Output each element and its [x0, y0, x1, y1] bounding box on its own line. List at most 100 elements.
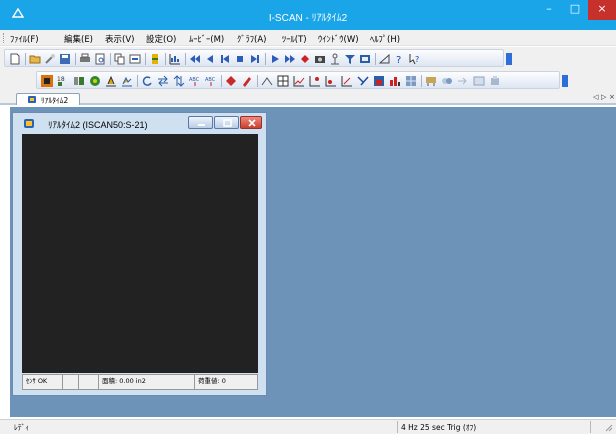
step-back-icon[interactable] [204, 53, 216, 65]
status-empty-cell [79, 375, 99, 389]
menu-graph[interactable]: ｸﾞﾗﾌ(A) [237, 33, 266, 45]
main-status-bar: ﾚﾃﾞｨ 4 Hz 25 sec Trig (ｵﾌ) [0, 419, 616, 434]
maximize-button[interactable]: □ [562, 0, 588, 20]
tab-close-button[interactable]: × [609, 93, 615, 101]
menu-help[interactable]: ﾍﾙﾌﾟ(H) [370, 33, 400, 45]
rotate-icon[interactable] [141, 75, 153, 87]
document-tab-strip: ﾘｱﾙﾀｲﾑ2 ◁ ▷ × [0, 91, 616, 105]
help-icon[interactable]: ? [394, 53, 406, 65]
new-file-icon[interactable] [9, 53, 21, 65]
flip-icon[interactable] [173, 75, 185, 87]
menu-bar: ﾌｧｲﾙ(F) 編集(E) 表示(V) 設定(O) ﾑｰﾋﾞｰ(M) ｸﾞﾗﾌ(… [0, 30, 616, 46]
tool-a-icon[interactable] [425, 75, 437, 87]
toolbar-separator [375, 53, 376, 65]
wizard-icon[interactable] [44, 53, 56, 65]
compare-icon[interactable] [359, 53, 371, 65]
menu-view[interactable]: 表示(V) [105, 33, 134, 45]
pencil-icon[interactable] [241, 75, 253, 87]
main-toolbar-frame: ? ? [4, 49, 504, 67]
print-icon[interactable] [79, 53, 91, 65]
graph-down-icon[interactable] [309, 75, 321, 87]
menu-tools[interactable]: ﾂｰﾙ(T) [282, 33, 307, 45]
main-toolbar: ? ? [0, 47, 616, 69]
region-icon[interactable] [379, 53, 391, 65]
graph-up-icon[interactable] [325, 75, 337, 87]
grid-icon[interactable] [277, 75, 289, 87]
menu-edit[interactable]: 編集(E) [64, 33, 93, 45]
resize-grip-icon[interactable] [605, 424, 613, 432]
svg-text:?: ? [396, 55, 401, 65]
sort-asc-icon[interactable]: ABC [205, 75, 217, 87]
analysis-toolbar-frame: 18 ABC ABC [36, 71, 560, 89]
pressure-map-canvas[interactable] [22, 134, 258, 373]
fast-forward-icon[interactable] [284, 53, 296, 65]
sensel-grid-icon[interactable]: 18 [57, 75, 69, 87]
minimize-button[interactable]: – [536, 0, 562, 20]
tab-scroll-right-button[interactable]: ▷ [601, 93, 606, 101]
chart-icon[interactable] [169, 53, 181, 65]
swap-icon[interactable] [157, 75, 169, 87]
menu-settings[interactable]: 設定(O) [146, 33, 176, 45]
graph-alt-icon[interactable] [341, 75, 353, 87]
center-icon[interactable] [89, 75, 101, 87]
graph-icon[interactable] [293, 75, 305, 87]
copy-icon[interactable] [114, 53, 126, 65]
toolbar-separator [421, 75, 422, 87]
tab-realtime2[interactable]: ﾘｱﾙﾀｲﾑ2 [16, 93, 80, 105]
box-chart-icon[interactable] [373, 75, 385, 87]
profile-icon[interactable] [121, 75, 133, 87]
tool-b-icon[interactable] [441, 75, 453, 87]
rewind-start-icon[interactable] [189, 53, 201, 65]
menu-movie[interactable]: ﾑｰﾋﾞｰ(M) [189, 33, 224, 45]
child-title-bar[interactable]: ﾘｱﾙﾀｲﾑ2 (ISCAN50:S-21) [13, 113, 266, 135]
toolbar-overflow-button[interactable] [506, 53, 512, 65]
go-end-icon[interactable] [249, 53, 261, 65]
sort-desc-icon[interactable]: ABC [189, 75, 201, 87]
tool-c-icon[interactable] [457, 75, 469, 87]
network-icon[interactable] [329, 53, 341, 65]
window-title: I-SCAN - ﾘｱﾙﾀｲﾑ2 [268, 13, 348, 24]
child-maximize-button[interactable] [214, 116, 239, 129]
child-window-title: ﾘｱﾙﾀｲﾑ2 (ISCAN50:S-21) [48, 120, 148, 130]
tool-e-icon[interactable] [489, 75, 501, 87]
diamond-icon[interactable] [225, 75, 237, 87]
context-help-icon[interactable]: ? [409, 53, 421, 65]
svg-text:ABC: ABC [189, 77, 200, 83]
play-icon[interactable] [269, 53, 281, 65]
menu-window[interactable]: ｳｲﾝﾄﾞｳ(W) [318, 33, 359, 45]
toolbar-separator [145, 53, 146, 65]
toolbar-separator [137, 75, 138, 87]
record-dot-icon[interactable] [299, 53, 311, 65]
filter-icon[interactable] [344, 53, 356, 65]
export-icon[interactable] [129, 53, 141, 65]
tool-d-icon[interactable] [473, 75, 485, 87]
contour-icon[interactable] [105, 75, 117, 87]
slice-icon[interactable] [357, 75, 369, 87]
stop-icon[interactable] [234, 53, 246, 65]
save-icon[interactable] [59, 53, 71, 65]
toolbar-separator [265, 53, 266, 65]
color-map-icon[interactable] [41, 75, 53, 87]
toolbar-overflow-button[interactable] [562, 75, 568, 87]
toolbar-separator [110, 53, 111, 65]
close-button[interactable]: × [588, 0, 616, 20]
title-bar: I-SCAN - ﾘｱﾙﾀｲﾑ2 – □ × [0, 0, 616, 30]
realtime-child-window[interactable]: ﾘｱﾙﾀｲﾑ2 (ISCAN50:S-21) ｾﾝｻ OK 面積: 0.00 i… [12, 112, 267, 396]
tab-scroll-left-button[interactable]: ◁ [593, 93, 598, 101]
line-icon[interactable] [261, 75, 273, 87]
menu-grip-handle[interactable] [3, 33, 5, 43]
child-close-button[interactable] [240, 116, 262, 129]
open-folder-icon[interactable] [29, 53, 41, 65]
sensor-icon [28, 96, 36, 103]
peak-icon[interactable] [73, 75, 85, 87]
snapshot-icon[interactable] [314, 53, 326, 65]
go-start-icon[interactable] [219, 53, 231, 65]
tab-label: ﾘｱﾙﾀｲﾑ2 [41, 96, 69, 105]
pattern-icon[interactable] [405, 75, 417, 87]
record-icon[interactable] [149, 53, 161, 65]
child-minimize-button[interactable] [188, 116, 213, 129]
bar-chart-icon[interactable] [389, 75, 401, 87]
sensor-status: ｾﾝｻ OK [23, 375, 63, 389]
print-preview-icon[interactable] [94, 53, 106, 65]
menu-file[interactable]: ﾌｧｲﾙ(F) [10, 33, 39, 45]
